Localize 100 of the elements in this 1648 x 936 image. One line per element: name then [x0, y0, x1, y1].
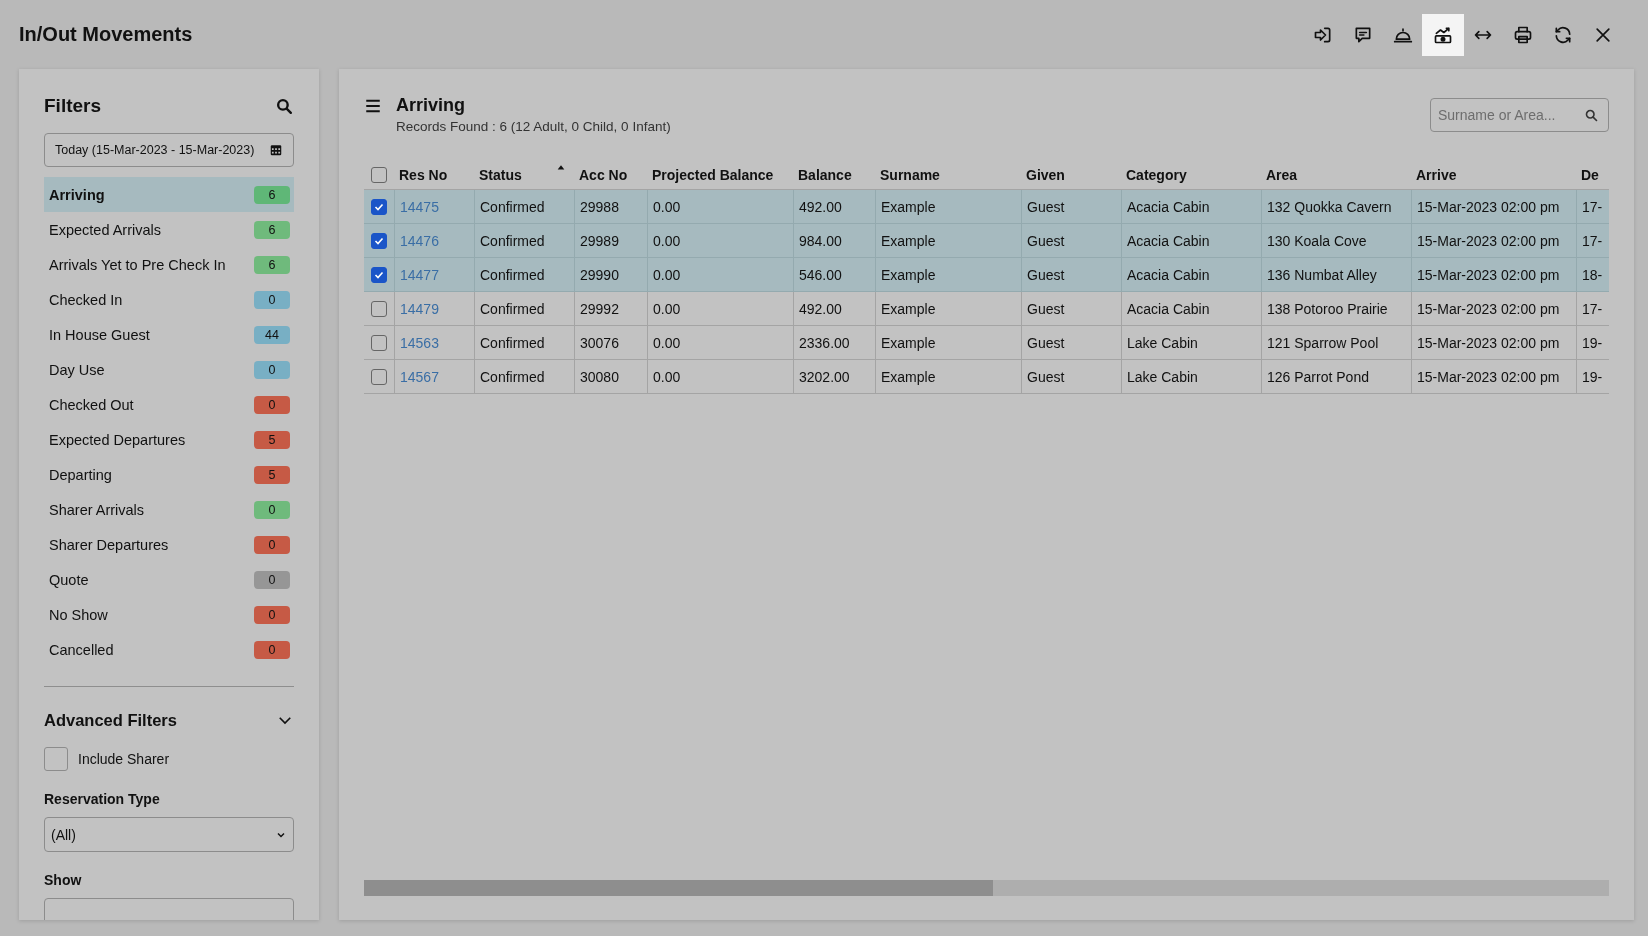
count-badge: 0	[254, 570, 290, 589]
search-icon[interactable]	[1584, 108, 1599, 123]
row-checkbox[interactable]	[371, 232, 387, 249]
horizontal-scrollbar[interactable]	[364, 880, 1609, 896]
count-badge: 5	[254, 465, 290, 484]
menu-icon[interactable]	[364, 97, 382, 115]
include-sharer-label: Include Sharer	[78, 751, 170, 767]
count-badge: 0	[254, 395, 290, 414]
column-header[interactable]: Res No	[394, 160, 474, 189]
table-cell: 2336.00	[799, 334, 850, 351]
refresh-icon	[1553, 24, 1573, 45]
table-cell: Acacia Cabin	[1127, 266, 1210, 283]
count-badge: 0	[254, 640, 290, 659]
filter-item[interactable]: Expected Arrivals 6	[44, 212, 294, 247]
table-cell: 126 Parrot Pond	[1267, 368, 1369, 385]
table-cell: Acacia Cabin	[1127, 232, 1210, 249]
column-header[interactable]: Area	[1261, 160, 1411, 189]
table-cell: 138 Potoroo Prairie	[1267, 300, 1388, 317]
count-badge: 6	[254, 255, 290, 274]
table-cell: Confirmed	[480, 232, 545, 249]
filter-item[interactable]: Sharer Departures 0	[44, 527, 294, 562]
count-badge: 44	[254, 325, 290, 344]
column-header[interactable]: Balance	[793, 160, 875, 189]
table-cell: Example	[881, 266, 936, 283]
select-all-checkbox[interactable]	[371, 166, 387, 183]
count-badge: 0	[254, 500, 290, 519]
filter-item[interactable]: Checked Out 0	[44, 387, 294, 422]
filter-item[interactable]: Day Use 0	[44, 352, 294, 387]
table-cell: Guest	[1027, 198, 1065, 215]
chart-eye-button[interactable]	[1422, 13, 1464, 56]
column-header[interactable]: Arrive	[1411, 160, 1576, 189]
table-cell: 18-	[1582, 266, 1603, 283]
table-cell: 984.00	[799, 232, 842, 249]
count-badge: 5	[254, 430, 290, 449]
filter-item[interactable]: No Show 0	[44, 597, 294, 632]
list-title: Arriving	[396, 94, 465, 117]
include-sharer-checkbox[interactable]	[44, 747, 68, 771]
print-icon	[1513, 24, 1533, 45]
table-cell: Guest	[1027, 334, 1065, 351]
row-checkbox[interactable]	[371, 198, 387, 215]
table-cell: Guest	[1027, 368, 1065, 385]
count-badge: 0	[254, 535, 290, 554]
table-cell: 0.00	[653, 300, 681, 317]
row-checkbox[interactable]	[371, 368, 387, 385]
table-cell: 0.00	[653, 334, 681, 351]
column-header[interactable]: Projected Balance	[647, 160, 793, 189]
filter-item[interactable]: Expected Departures 5	[44, 422, 294, 457]
table-cell: 121 Sparrow Pool	[1267, 334, 1379, 351]
search-icon[interactable]	[275, 96, 294, 116]
column-header[interactable]: Category	[1121, 160, 1261, 189]
advanced-filters-toggle[interactable]: Advanced Filters	[44, 703, 294, 737]
row-checkbox[interactable]	[371, 334, 387, 351]
table-cell: Guest	[1027, 232, 1065, 249]
table-cell: 29989	[580, 232, 619, 249]
table-cell: Confirmed	[480, 266, 545, 283]
count-badge: 0	[254, 605, 290, 624]
table-cell: 3202.00	[799, 368, 850, 385]
count-badge: 6	[254, 185, 290, 204]
filter-item[interactable]: In House Guest 44	[44, 317, 294, 352]
table-cell: 15-Mar-2023 02:00 pm	[1417, 300, 1560, 317]
filter-item[interactable]: Cancelled 0	[44, 632, 294, 667]
table-cell: 29992	[580, 300, 619, 317]
column-header[interactable]: Acc No	[574, 160, 647, 189]
column-header[interactable]: Status	[474, 160, 574, 189]
row-checkbox[interactable]	[371, 300, 387, 317]
table-cell: Lake Cabin	[1127, 334, 1198, 351]
table-cell: 546.00	[799, 266, 842, 283]
calendar-icon[interactable]	[269, 143, 283, 157]
filter-item[interactable]: Arrivals Yet to Pre Check In 6	[44, 247, 294, 282]
table-cell: 15-Mar-2023 02:00 pm	[1417, 232, 1560, 249]
scrollbar-thumb[interactable]	[364, 880, 993, 896]
date-range-field[interactable]: Today (15-Mar-2023 - 15-Mar-2023)	[44, 133, 294, 167]
table-cell: 30076	[580, 334, 619, 351]
table-cell: 0.00	[653, 266, 681, 283]
table-cell: Example	[881, 334, 936, 351]
table-cell: 15-Mar-2023 02:00 pm	[1417, 198, 1560, 215]
filter-item[interactable]: Arriving 6	[44, 177, 294, 212]
filter-item[interactable]: Checked In 0	[44, 282, 294, 317]
filter-item[interactable]: Sharer Arrivals 0	[44, 492, 294, 527]
count-badge: 6	[254, 220, 290, 239]
column-header[interactable]: Surname	[875, 160, 1021, 189]
filter-item[interactable]: Quote 0	[44, 562, 294, 597]
table-cell: 0.00	[653, 232, 681, 249]
column-header[interactable]: Given	[1021, 160, 1121, 189]
table-cell: 29990	[580, 266, 619, 283]
table-cell: 17-	[1582, 198, 1603, 215]
table-cell: 17-	[1582, 232, 1603, 249]
show-label: Show	[44, 872, 83, 888]
filters-title: Filters	[44, 95, 102, 117]
reservation-type-select[interactable]: (All)	[44, 817, 294, 852]
table-cell: 492.00	[799, 300, 842, 317]
table-cell: Example	[881, 300, 936, 317]
column-header[interactable]: De	[1576, 160, 1609, 189]
row-checkbox[interactable]	[371, 266, 387, 283]
table-cell: Example	[881, 368, 936, 385]
reservation-type-label: Reservation Type	[44, 791, 161, 807]
table-cell: Lake Cabin	[1127, 368, 1198, 385]
table-cell: 15-Mar-2023 02:00 pm	[1417, 334, 1560, 351]
search-field[interactable]: Surname or Area...	[1430, 98, 1609, 132]
filter-item[interactable]: Departing 5	[44, 457, 294, 492]
